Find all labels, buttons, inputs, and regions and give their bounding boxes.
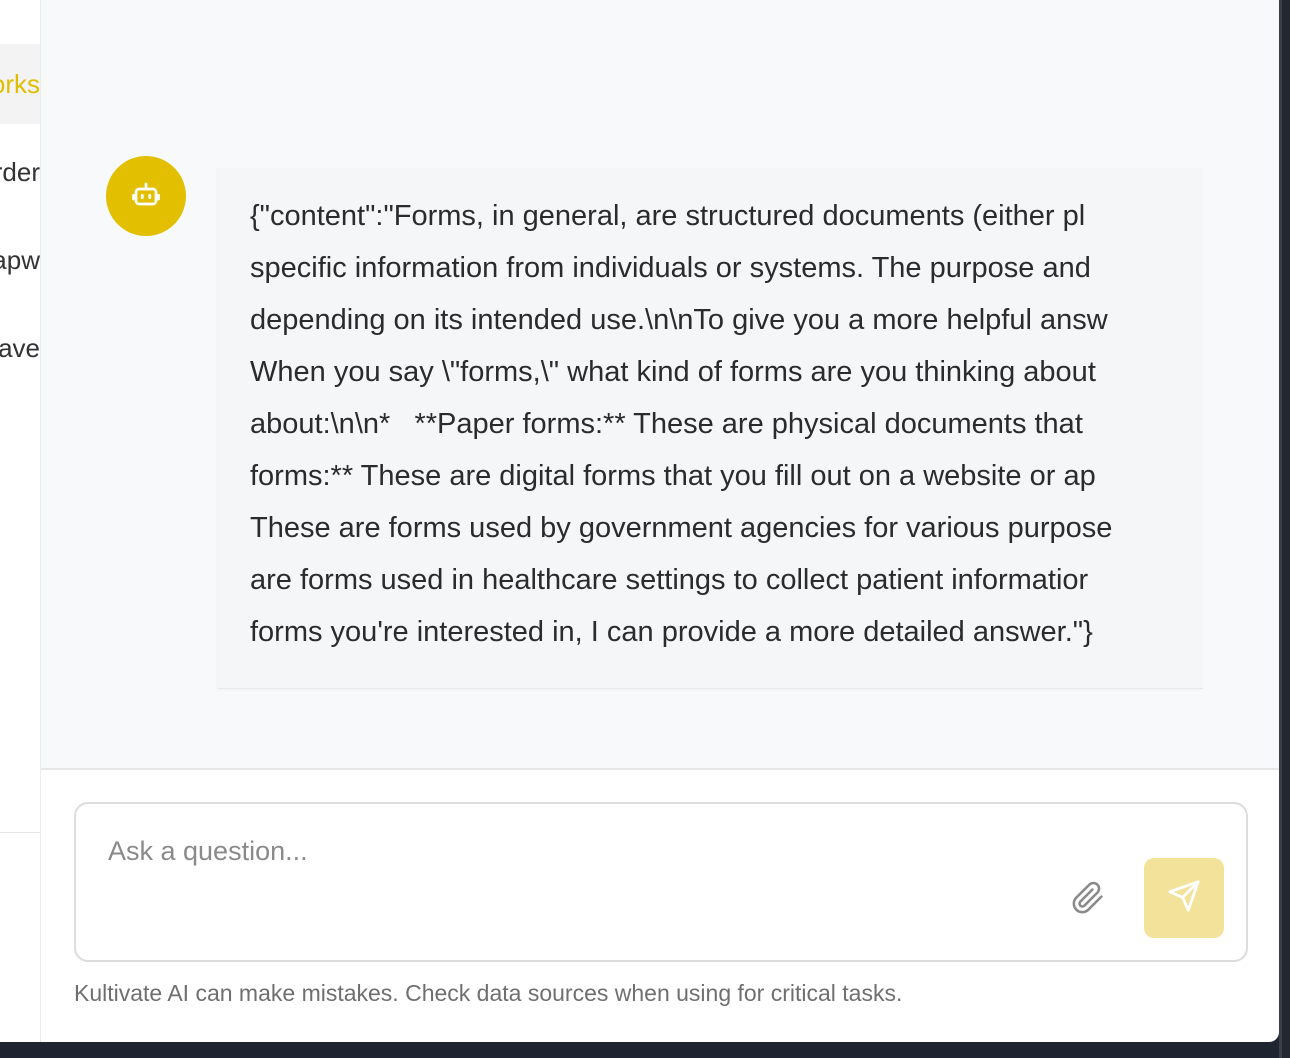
sidebar-item-label: apw (0, 244, 40, 275)
window-edge (1279, 0, 1290, 1058)
message-line: These are forms used by government agenc… (250, 512, 1113, 544)
sidebar: orks rder apw ave (0, 0, 40, 1042)
robot-icon (131, 179, 161, 214)
sidebar-item-label: rder (0, 156, 40, 187)
chat-messages-area[interactable]: {"content":"Forms, in general, are struc… (41, 0, 1279, 768)
message-line: When you say \"forms,\" what kind of for… (250, 356, 1096, 388)
assistant-avatar (106, 156, 186, 236)
sidebar-item-label: ave (0, 332, 40, 363)
sidebar-divider (0, 832, 40, 833)
send-icon (1167, 879, 1201, 918)
sidebar-item-1[interactable]: rder (0, 132, 40, 212)
message-line: specific information from individuals or… (250, 252, 1091, 284)
composer-divider (41, 768, 1279, 770)
message-line: depending on its intended use.\n\nTo giv… (250, 304, 1108, 336)
assistant-message-text: {"content":"Forms, in general, are struc… (250, 190, 1203, 658)
assistant-message: {"content":"Forms, in general, are struc… (218, 168, 1203, 689)
send-button[interactable] (1144, 858, 1224, 938)
message-line: are forms used in healthcare settings to… (250, 564, 1089, 596)
message-line: forms you're interested in, I can provid… (250, 616, 1093, 648)
composer (74, 802, 1248, 962)
message-line: {"content":"Forms, in general, are struc… (250, 200, 1086, 232)
message-line: about:\n\n* **Paper forms:** These are p… (250, 408, 1083, 440)
sidebar-item-3[interactable]: ave (0, 308, 40, 388)
app-window: orks rder apw ave (0, 0, 1279, 1042)
question-input[interactable] (106, 830, 1050, 872)
attach-button[interactable] (1070, 881, 1106, 920)
paperclip-icon (1071, 881, 1105, 920)
sidebar-item-label: orks (0, 68, 40, 99)
sidebar-item-0[interactable]: orks (0, 44, 40, 124)
disclaimer-text: Kultivate AI can make mistakes. Check da… (74, 980, 903, 1006)
sidebar-item-2[interactable]: apw (0, 220, 40, 300)
message-line: forms:** These are digital forms that yo… (250, 460, 1096, 492)
